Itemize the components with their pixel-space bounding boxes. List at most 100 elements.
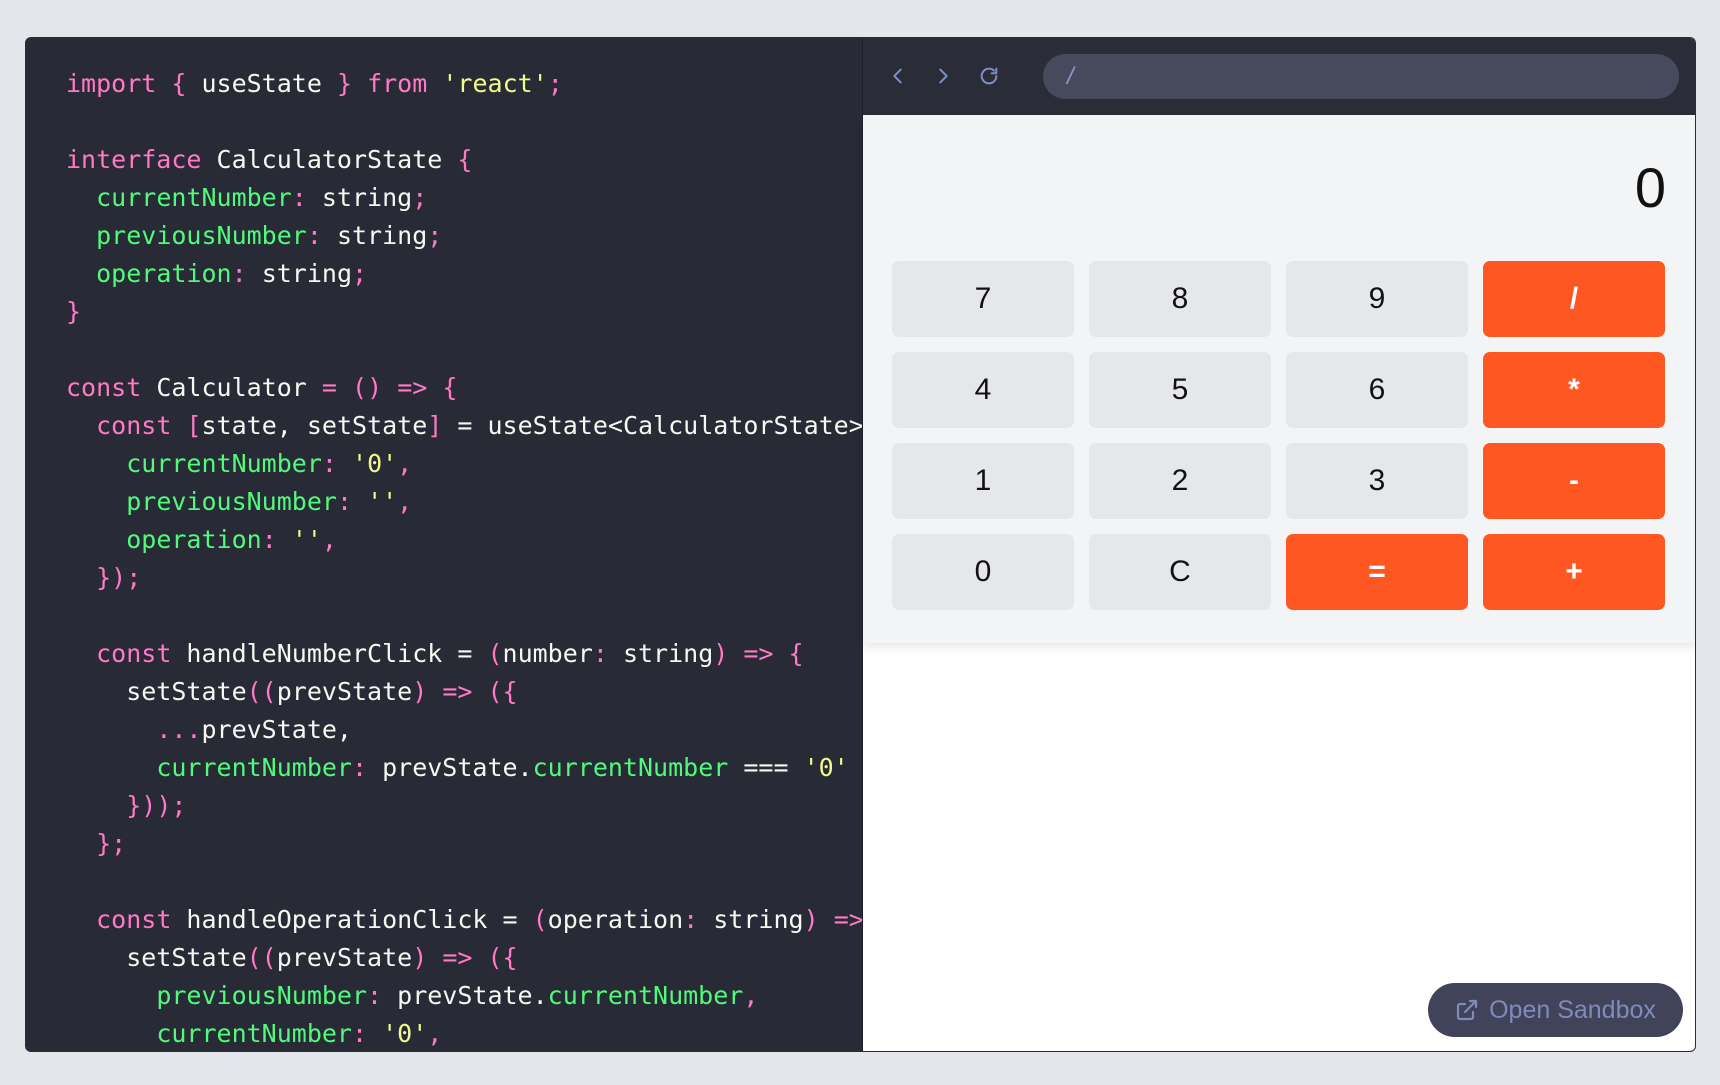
code-token: interface xyxy=(66,145,202,174)
code-token: : xyxy=(592,639,608,668)
open-sandbox-button[interactable]: Open Sandbox xyxy=(1428,983,1683,1037)
code-token: ) xyxy=(412,943,428,972)
key-button[interactable]: + xyxy=(1483,534,1665,610)
code-line: currentNumber: prevState.currentNumber =… xyxy=(66,749,862,787)
key-button[interactable]: 2 xyxy=(1089,443,1271,519)
code-token: : xyxy=(321,449,337,478)
key-button[interactable]: / xyxy=(1483,261,1665,337)
code-line: const [state, setState] = useState<Calcu… xyxy=(66,407,862,445)
code-token: : xyxy=(291,183,307,212)
app-window: import { useState } from 'react'; interfa… xyxy=(25,37,1696,1052)
code-token: currentNumber xyxy=(126,449,322,478)
url-input[interactable]: / xyxy=(1043,54,1679,99)
key-button[interactable]: C xyxy=(1089,534,1271,610)
key-button[interactable]: 8 xyxy=(1089,261,1271,337)
code-token: ; xyxy=(412,183,428,212)
code-token: '0' xyxy=(352,449,398,478)
key-button[interactable]: 4 xyxy=(892,352,1074,428)
code-token: setState xyxy=(66,943,247,972)
code-token: ... xyxy=(156,715,202,744)
code-token: { xyxy=(442,373,458,402)
chevron-left-icon xyxy=(893,68,902,84)
code-token: string xyxy=(246,259,352,288)
code-token: previousNumber xyxy=(156,981,368,1010)
code-token: { xyxy=(171,69,187,98)
key-button[interactable]: 3 xyxy=(1286,443,1468,519)
code-token: '0' xyxy=(803,753,849,782)
reload-icon xyxy=(980,67,998,85)
forward-button[interactable] xyxy=(928,60,958,92)
key-button[interactable]: 6 xyxy=(1286,352,1468,428)
code-token: '' xyxy=(291,525,322,554)
code-line: previousNumber: '', xyxy=(66,483,862,521)
code-token: : xyxy=(306,221,322,250)
code-token: , xyxy=(397,487,413,516)
key-button[interactable]: * xyxy=(1483,352,1665,428)
key-button[interactable]: - xyxy=(1483,443,1665,519)
code-token: ] xyxy=(427,411,443,440)
code-token: previousNumber xyxy=(126,487,337,516)
key-button[interactable]: 9 xyxy=(1286,261,1468,337)
code-line: const handleOperationClick = (operation:… xyxy=(66,901,862,939)
open-sandbox-label: Open Sandbox xyxy=(1489,995,1656,1024)
code-token: => xyxy=(743,639,774,668)
code-content: import { useState } from 'react'; interfa… xyxy=(66,65,862,1051)
code-token: state, setState xyxy=(201,411,428,440)
code-line: ...prevState, xyxy=(66,711,862,749)
code-token: , xyxy=(321,525,337,554)
code-token: = xyxy=(321,373,337,402)
reload-button[interactable] xyxy=(974,60,1004,92)
code-token: prevState. xyxy=(367,753,533,782)
code-token: operation xyxy=(96,259,232,288)
code-line: import { useState } from 'react'; xyxy=(66,65,862,103)
key-button[interactable]: 0 xyxy=(892,534,1074,610)
code-token: () xyxy=(352,373,383,402)
code-token: currentNumber xyxy=(156,1019,352,1048)
key-button[interactable]: 7 xyxy=(892,261,1074,337)
key-button[interactable]: 1 xyxy=(892,443,1074,519)
key-button[interactable]: = xyxy=(1286,534,1468,610)
code-line: operation: string; xyxy=(66,255,862,293)
code-token: ) xyxy=(412,677,428,706)
code-token: 'react' xyxy=(442,69,548,98)
code-token: setState xyxy=(66,677,247,706)
code-line: previousNumber: string; xyxy=(66,217,862,255)
code-token: (( xyxy=(246,677,277,706)
calculator-keypad: 7 8 9/ 4 5 6 * 1 2 3- 0 C = + xyxy=(892,261,1665,610)
code-line: })); xyxy=(66,787,862,825)
code-token: => xyxy=(442,677,473,706)
code-token: : xyxy=(351,753,368,782)
code-token: from xyxy=(367,69,428,98)
back-button[interactable] xyxy=(883,60,913,92)
code-token: ? xyxy=(849,753,862,782)
code-token: => xyxy=(397,373,428,402)
code-token: }; xyxy=(96,829,127,858)
code-line: setState((prevState) => ({ xyxy=(66,939,862,977)
code-line: operation: '', xyxy=(66,521,862,559)
code-token: currentNumber xyxy=(156,753,352,782)
code-token: ; xyxy=(547,69,563,98)
code-editor[interactable]: import { useState } from 'react'; interfa… xyxy=(26,38,862,1051)
key-button[interactable]: 5 xyxy=(1089,352,1271,428)
code-token: (( xyxy=(246,943,277,972)
